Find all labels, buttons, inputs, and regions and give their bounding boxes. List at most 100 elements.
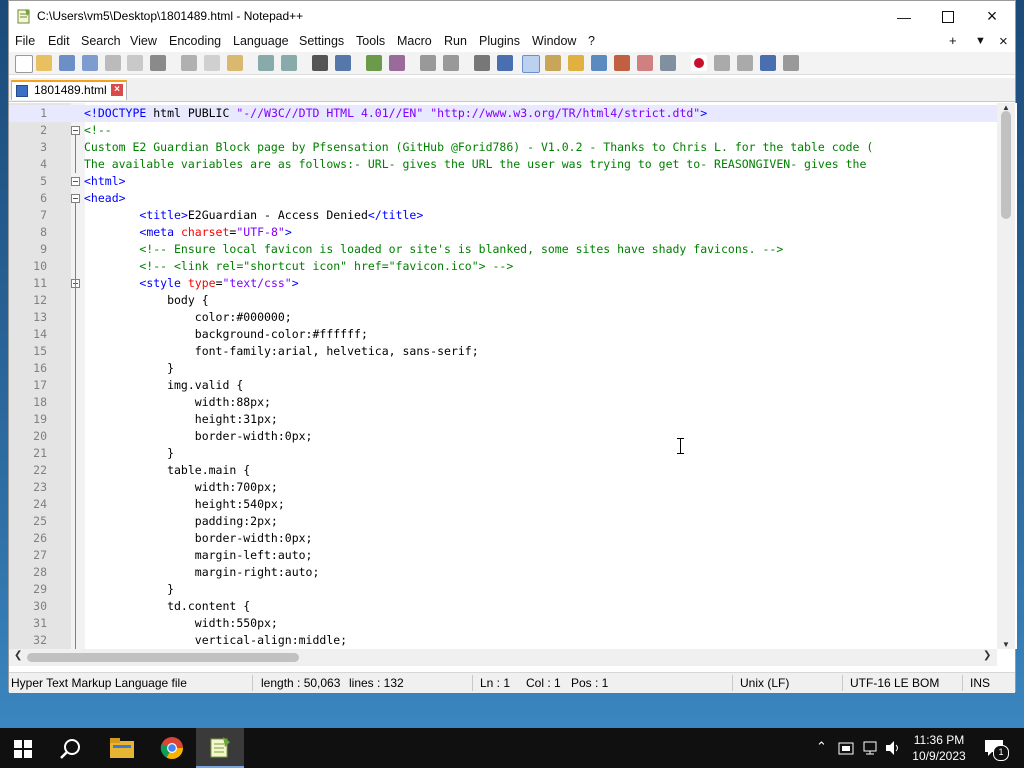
code-line[interactable]: 7 <title>E2Guardian - Access Denied</tit…	[9, 207, 997, 224]
status-insert-mode[interactable]: INS	[970, 676, 990, 690]
menu-window[interactable]: Window	[532, 34, 576, 48]
maximize-button[interactable]	[925, 1, 971, 32]
new-tab-plus-icon[interactable]: +	[949, 33, 957, 48]
paste-icon[interactable]	[227, 55, 243, 71]
cut-icon[interactable]	[181, 55, 197, 71]
code-line[interactable]: 13 color:#000000;	[9, 309, 997, 326]
code-line[interactable]: 20 border-width:0px;	[9, 428, 997, 445]
open-file-icon[interactable]	[36, 55, 52, 71]
tab-close-icon[interactable]: ×	[111, 84, 123, 96]
fold-toggle-icon[interactable]	[71, 194, 80, 203]
menu-file[interactable]: File	[15, 34, 35, 48]
volume-icon[interactable]	[884, 740, 902, 756]
close-document-icon[interactable]: ×	[999, 33, 1008, 50]
save-icon[interactable]	[59, 55, 75, 71]
code-line[interactable]: 25 padding:2px;	[9, 513, 997, 530]
function-list-icon[interactable]	[591, 55, 607, 71]
word-wrap-icon[interactable]	[474, 55, 490, 71]
menu-search[interactable]: Search	[81, 34, 121, 48]
vertical-scroll-thumb[interactable]	[1001, 111, 1011, 219]
code-line[interactable]: 6 <head>	[9, 190, 997, 207]
code-line[interactable]: 11 <style type="text/css">	[9, 275, 997, 292]
code-line[interactable]: 22 table.main {	[9, 462, 997, 479]
code-line[interactable]: 26 border-width:0px;	[9, 530, 997, 547]
code-line[interactable]: 16 }	[9, 360, 997, 377]
replace-icon[interactable]	[335, 55, 351, 71]
code-line[interactable]: 10 <!-- <link rel="shortcut icon" href="…	[9, 258, 997, 275]
tray-security-icon[interactable]	[838, 740, 854, 756]
vertical-scrollbar[interactable]: ▲ ▼	[997, 103, 1015, 649]
define-language-icon[interactable]	[545, 55, 561, 71]
code-line[interactable]: 27 margin-left:auto;	[9, 547, 997, 564]
monitoring-icon[interactable]	[637, 55, 653, 71]
scroll-down-icon[interactable]: ▼	[1002, 640, 1010, 649]
menu-edit[interactable]: Edit	[48, 34, 70, 48]
clock-time[interactable]: 11:36 PM	[906, 733, 972, 747]
code-line[interactable]: 31 width:550px;	[9, 615, 997, 632]
code-line[interactable]: 1 <!DOCTYPE html PUBLIC "-//W3C//DTD HTML…	[9, 105, 997, 122]
find-icon[interactable]	[312, 55, 328, 71]
code-line[interactable]: 32 vertical-align:middle;	[9, 632, 997, 649]
save-macro-icon[interactable]	[783, 55, 799, 71]
print-icon[interactable]	[150, 55, 166, 71]
fold-toggle-icon[interactable]	[71, 177, 80, 186]
copy-icon[interactable]	[204, 55, 220, 71]
menu-encoding[interactable]: Encoding	[169, 34, 221, 48]
code-line[interactable]: 4 The available variables are as follows:…	[9, 156, 997, 173]
code-line[interactable]: 15 font-family:arial, helvetica, sans-se…	[9, 343, 997, 360]
close-all-icon[interactable]	[127, 55, 143, 71]
code-line[interactable]: 21 }	[9, 445, 997, 462]
redo-icon[interactable]	[281, 55, 297, 71]
code-line[interactable]: 14 background-color:#ffffff;	[9, 326, 997, 343]
stop-macro-icon[interactable]	[714, 55, 730, 71]
play-macro-icon[interactable]	[737, 55, 753, 71]
code-line[interactable]: 17 img.valid {	[9, 377, 997, 394]
horizontal-scrollbar[interactable]: ❮ ❯	[9, 649, 997, 666]
menu-view[interactable]: View	[130, 34, 157, 48]
windows-start-icon[interactable]	[14, 740, 32, 758]
scroll-right-icon[interactable]: ❯	[983, 650, 991, 661]
show-all-characters-icon[interactable]	[497, 55, 513, 71]
indent-guide-icon[interactable]	[522, 55, 540, 73]
scroll-left-icon[interactable]: ❮	[14, 650, 22, 661]
record-macro-icon[interactable]	[691, 55, 707, 71]
code-line[interactable]: 5 <html>	[9, 173, 997, 190]
code-line[interactable]: 12 body {	[9, 292, 997, 309]
clock-date[interactable]: 10/9/2023	[906, 749, 972, 763]
close-button[interactable]: ×	[969, 1, 1015, 32]
code-line[interactable]: 23 width:700px;	[9, 479, 997, 496]
zoom-out-icon[interactable]	[389, 55, 405, 71]
fold-toggle-icon[interactable]	[71, 126, 80, 135]
file-explorer-icon[interactable]	[110, 738, 134, 758]
taskbar-notepadpp-button[interactable]	[196, 728, 244, 768]
code-editor[interactable]: 1 <!DOCTYPE html PUBLIC "-//W3C//DTD HTML…	[9, 103, 1017, 649]
code-line[interactable]: 29 }	[9, 581, 997, 598]
new-file-icon[interactable]	[15, 55, 33, 73]
code-line[interactable]: 8 <meta charset="UTF-8">	[9, 224, 997, 241]
status-encoding[interactable]: UTF-16 LE BOM	[850, 676, 939, 690]
tab-list-dropdown-icon[interactable]: ▼	[975, 35, 986, 47]
zoom-in-icon[interactable]	[366, 55, 382, 71]
code-line[interactable]: 24 height:540px;	[9, 496, 997, 513]
menu-help[interactable]: ?	[588, 34, 595, 48]
horizontal-scroll-thumb[interactable]	[27, 653, 299, 662]
document-map-icon[interactable]	[568, 55, 584, 71]
menu-tools[interactable]: Tools	[356, 34, 385, 48]
menu-settings[interactable]: Settings	[299, 34, 344, 48]
code-line[interactable]: 19 height:31px;	[9, 411, 997, 428]
menu-plugins[interactable]: Plugins	[479, 34, 520, 48]
minimize-button[interactable]: —	[881, 1, 927, 32]
code-line[interactable]: 30 td.content {	[9, 598, 997, 615]
code-line[interactable]: 9 <!-- Ensure local favicon is loaded or…	[9, 241, 997, 258]
close-file-icon[interactable]	[105, 55, 121, 71]
network-icon[interactable]	[862, 740, 878, 756]
chrome-icon[interactable]	[160, 736, 184, 760]
tray-chevron-up-icon[interactable]: ⌃	[816, 739, 827, 755]
status-eol[interactable]: Unix (LF)	[740, 676, 789, 690]
menu-run[interactable]: Run	[444, 34, 467, 48]
undo-icon[interactable]	[258, 55, 274, 71]
menu-macro[interactable]: Macro	[397, 34, 432, 48]
preview-icon[interactable]	[660, 55, 676, 71]
menu-language[interactable]: Language	[233, 34, 289, 48]
search-icon[interactable]	[60, 738, 82, 760]
